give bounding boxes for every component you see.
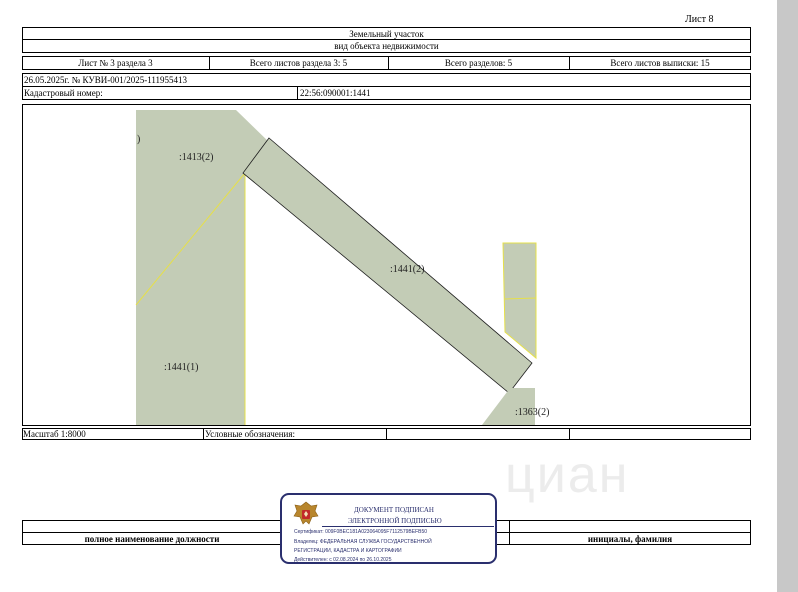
cadastral-number: 22:56:090001:1441 [300, 88, 371, 98]
parcel-map-drawing: ) :1413(2) :1441(2) :1441(1) :1363(2) [135, 110, 549, 425]
cadastral-divider [297, 86, 298, 100]
scrollbar[interactable] [777, 0, 798, 592]
parcel-label-1441-1: :1441(1) [164, 362, 198, 373]
document-title: Земельный участок [349, 29, 424, 39]
parcel-label-1363: :1363(2) [515, 407, 549, 418]
scale-divider [203, 428, 204, 440]
stamp-owner-line1: Владелец: ФЕДЕРАЛЬНАЯ СЛУЖБА ГОСУДАРСТВЕ… [294, 539, 432, 545]
map-scale: Масштаб 1:8000 [23, 429, 86, 439]
rosreestr-emblem-icon [293, 501, 319, 525]
stamp-certificate: Сертификат: 009F0BEC181A023064095F711257… [294, 529, 428, 535]
parcel-edge-mark: ) [137, 134, 140, 145]
position-label: полное наименование должности [84, 534, 220, 544]
scale-divider [569, 428, 570, 440]
parcel-map: ) :1413(2) :1441(2) :1441(1) :1363(2) [22, 104, 751, 426]
initials-label: инициалы, фамилия [587, 534, 673, 544]
parcel-label-1413: :1413(2) [179, 152, 213, 163]
document-subtitle: вид объекта недвижимости [334, 41, 439, 51]
electronic-signature-stamp: ДОКУМЕНТ ПОДПИСАН ЭЛЕКТРОННОЙ ПОДПИСЬЮ С… [280, 493, 497, 564]
stamp-validity: Действителен: с 02.08.2024 по 26.10.2025 [294, 557, 392, 563]
document-ref: 26.05.2025г. № КУВИ-001/2025-111955413 [24, 75, 188, 85]
cadastral-label: Кадастровый номер: [24, 88, 103, 98]
stamp-line2: ЭЛЕКТРОННОЙ ПОДПИСЬЮ [348, 517, 442, 525]
watermark: циан [505, 446, 630, 504]
total-sheets: Всего листов выписки: 15 [610, 58, 710, 68]
total-sections: Всего разделов: 5 [444, 58, 513, 68]
parcel-label-1441-2: :1441(2) [390, 264, 424, 275]
header-divider [22, 39, 751, 40]
stamp-line1: ДОКУМЕНТ ПОДПИСАН [354, 506, 434, 514]
sheets-in-section: Всего листов раздела 3: 5 [249, 58, 348, 68]
ref-divider [22, 86, 751, 87]
parcel-right-strip [502, 242, 537, 360]
sheet-section: Лист № 3 раздела 3 [78, 58, 153, 68]
stamp-owner-line2: РЕГИСТРАЦИИ, КАДАСТРА И КАРТОГРАФИИ [294, 548, 402, 554]
stamp-divider [322, 526, 494, 527]
sheet-label: Лист 8 [685, 14, 714, 25]
scale-divider [386, 428, 387, 440]
parcel-1441-2 [242, 137, 533, 394]
legend-label: Условные обозначения: [205, 429, 296, 439]
